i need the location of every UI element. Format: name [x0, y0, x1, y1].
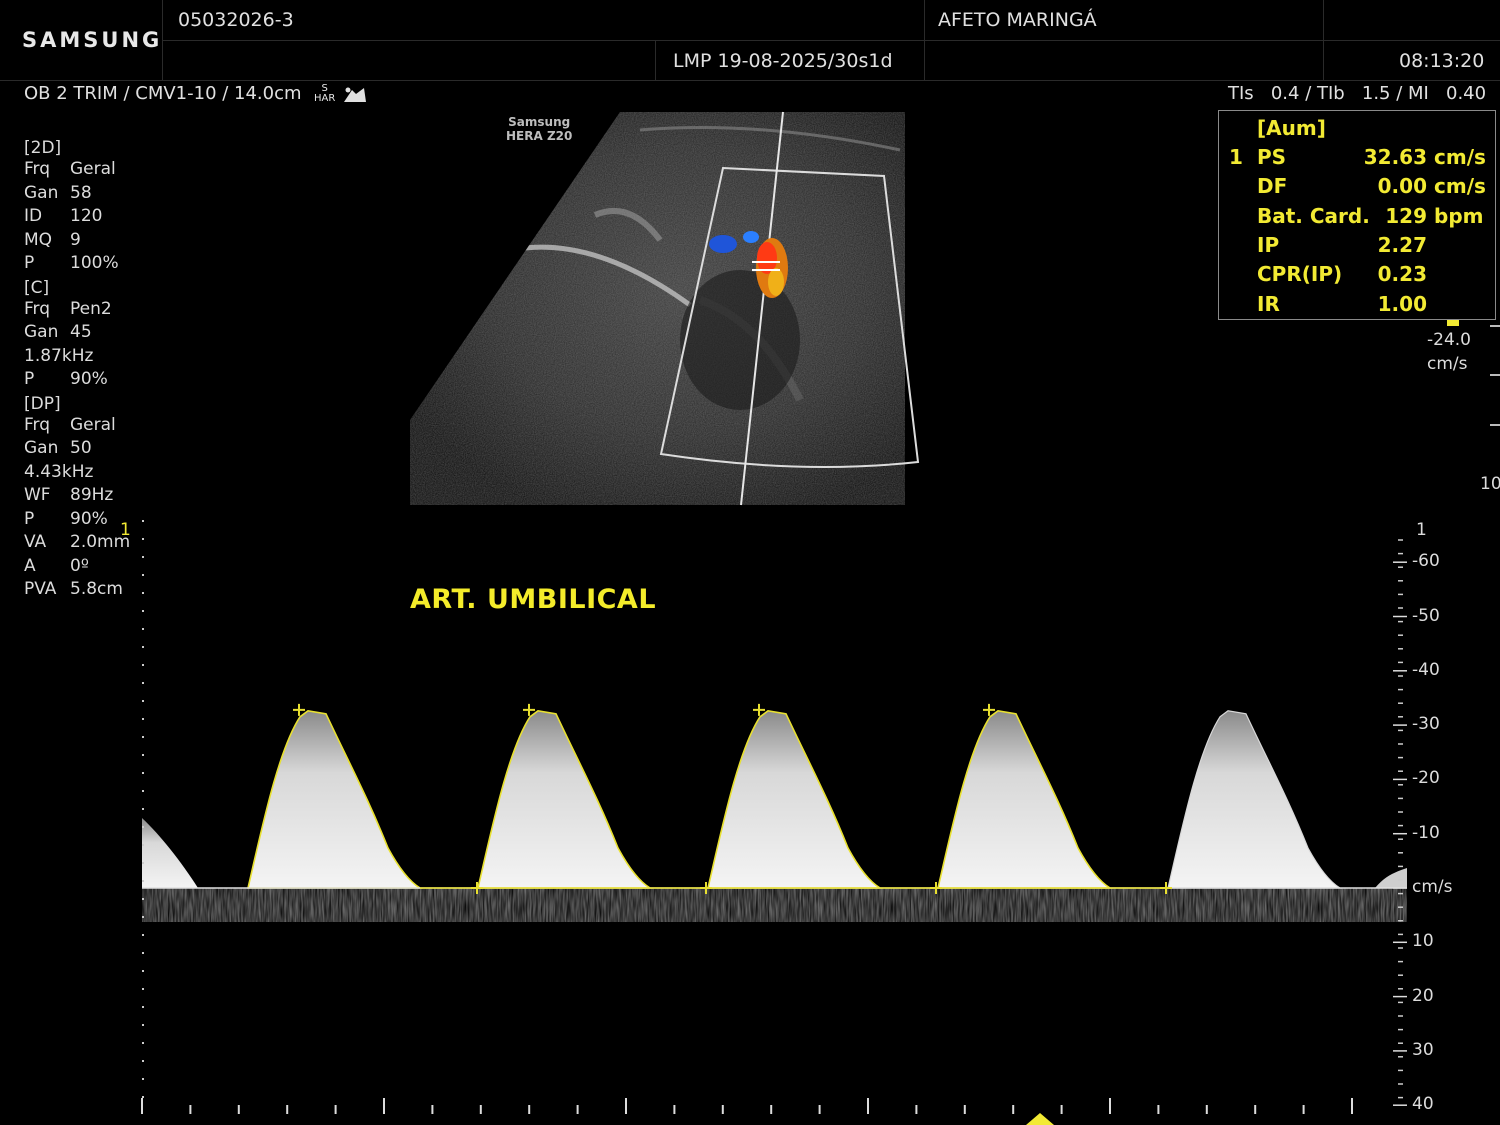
left-axis-dot [142, 718, 144, 720]
waveform-cycle-1 [248, 710, 420, 888]
left-axis-dot [142, 772, 144, 774]
left-axis-dot [142, 1006, 144, 1008]
left-axis-dot [142, 1042, 144, 1044]
left-axis-dot [142, 898, 144, 900]
left-axis-dot [142, 538, 144, 540]
waveform-cycle-2 [478, 710, 650, 888]
left-axis-dot [142, 646, 144, 648]
velocity-scale-label: -60 [1412, 551, 1440, 572]
waveform-cycle-5 [1168, 710, 1340, 888]
left-axis-dot [142, 988, 144, 990]
noise-texture [142, 888, 1407, 922]
left-axis-dot [142, 952, 144, 954]
left-axis-dot [142, 1096, 144, 1098]
left-axis-dot [142, 664, 144, 666]
waveform-cycle-4 [938, 710, 1110, 888]
left-axis-dot [142, 628, 144, 630]
time-indicator-icon [1026, 1113, 1054, 1125]
left-axis-dot [142, 700, 144, 702]
waveform-partial [142, 818, 198, 888]
left-axis-dot [142, 934, 144, 936]
left-axis-dot [142, 754, 144, 756]
left-axis-dot [142, 610, 144, 612]
doppler-spectrum [141, 520, 1407, 1125]
left-axis-dot [142, 1024, 144, 1026]
velocity-scale-label: -20 [1412, 768, 1440, 789]
left-axis-dot [142, 880, 144, 882]
velocity-unit-label: cm/s [1412, 877, 1453, 897]
velocity-scale-label: -40 [1412, 659, 1440, 680]
waveform-cycle-3 [708, 710, 880, 888]
velocity-scale-label: -10 [1412, 822, 1440, 843]
left-axis-dot [142, 1078, 144, 1080]
left-axis-dot [142, 574, 144, 576]
left-axis-dot [142, 862, 144, 864]
left-axis-dot [142, 790, 144, 792]
velocity-scale-label: -50 [1412, 605, 1440, 626]
left-axis-dot [142, 970, 144, 972]
velocity-scale-label: -30 [1412, 714, 1440, 735]
left-axis-dot [142, 1060, 144, 1062]
velocity-scale-label: 30 [1412, 1039, 1434, 1060]
left-axis-dot [142, 844, 144, 846]
left-axis-dot [142, 916, 144, 918]
left-axis-dot [142, 826, 144, 828]
left-axis-dot [142, 682, 144, 684]
waveform-partial-end [1375, 868, 1407, 888]
velocity-scale-label: 20 [1412, 985, 1434, 1006]
left-axis-dot [142, 808, 144, 810]
left-axis-dot [142, 520, 144, 522]
left-axis-dot [142, 556, 144, 558]
left-axis-dot [142, 736, 144, 738]
velocity-scale-label: 40 [1412, 1094, 1434, 1115]
velocity-scale-label: 10 [1412, 931, 1434, 952]
left-axis-dot [142, 592, 144, 594]
